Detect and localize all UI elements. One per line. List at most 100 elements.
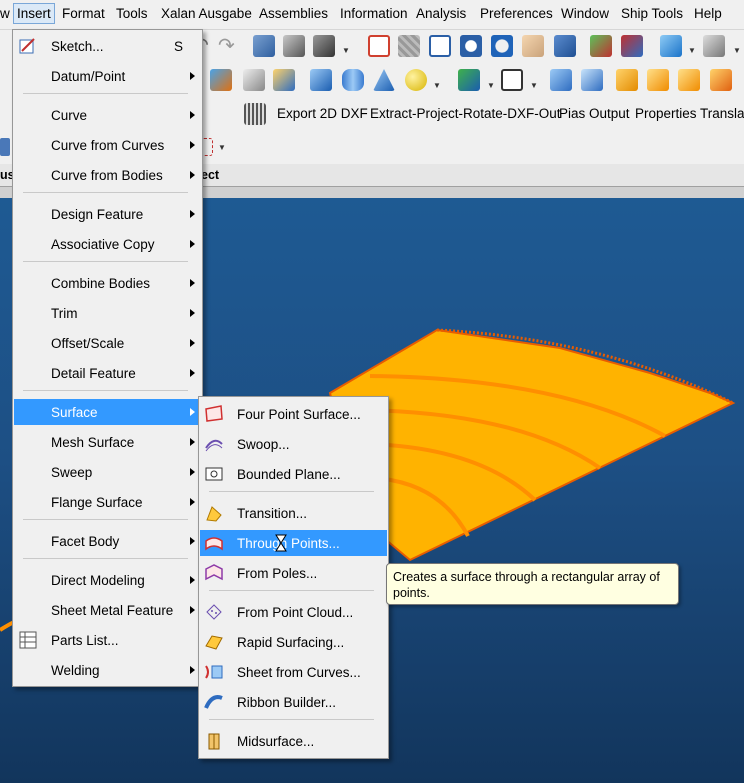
menu-xalan-ausgabe[interactable]: Xalan Ausgabe bbox=[161, 6, 252, 21]
block-icon[interactable] bbox=[310, 69, 332, 91]
menu-item-four-point-surface[interactable]: Four Point Surface... bbox=[200, 401, 387, 427]
menu-item-welding[interactable]: Welding bbox=[14, 657, 201, 683]
menu-item-design-feature[interactable]: Design Feature bbox=[14, 201, 201, 227]
chevron-down-icon[interactable]: ▼ bbox=[218, 143, 226, 152]
zoom-window-icon[interactable] bbox=[429, 35, 451, 57]
extrude-icon[interactable] bbox=[458, 69, 480, 91]
menu-item-parts-list[interactable]: Parts List... bbox=[14, 627, 201, 653]
menu-item-from-point-cloud[interactable]: From Point Cloud... bbox=[200, 599, 387, 625]
blend-icon[interactable] bbox=[616, 69, 638, 91]
shell-icon[interactable] bbox=[581, 69, 603, 91]
info-icon[interactable] bbox=[283, 35, 305, 57]
menu-window[interactable]: Window bbox=[561, 6, 609, 21]
submenu-arrow-icon bbox=[190, 210, 195, 218]
cone-icon[interactable] bbox=[373, 69, 395, 91]
pan-icon[interactable] bbox=[522, 35, 544, 57]
transform-icon[interactable] bbox=[253, 35, 275, 57]
menu-item-midsurface[interactable]: Midsurface... bbox=[200, 728, 387, 754]
menu-item-trim[interactable]: Trim bbox=[14, 300, 201, 326]
menu-help[interactable]: Help bbox=[694, 6, 722, 21]
menu-item-curve[interactable]: Curve bbox=[14, 102, 201, 128]
chevron-down-icon[interactable]: ▼ bbox=[688, 46, 696, 55]
menu-item-bounded-plane[interactable]: Bounded Plane... bbox=[200, 461, 387, 487]
menu-view[interactable]: w bbox=[0, 6, 10, 21]
menu-item-facet-body[interactable]: Facet Body bbox=[14, 528, 201, 554]
submenu-arrow-icon bbox=[190, 369, 195, 377]
menu-insert[interactable]: Insert bbox=[13, 3, 55, 24]
sketch-rectangle-icon[interactable] bbox=[501, 69, 523, 91]
submenu-arrow-icon bbox=[190, 576, 195, 584]
menu-item-curve-from-bodies[interactable]: Curve from Bodies bbox=[14, 162, 201, 188]
submenu-arrow-icon bbox=[190, 240, 195, 248]
pias-output-button[interactable]: Pias Output bbox=[559, 106, 630, 121]
menu-item-flange-surface[interactable]: Flange Surface bbox=[14, 489, 201, 515]
translate-button[interactable]: Translat bbox=[700, 106, 744, 121]
chevron-down-icon[interactable]: ▼ bbox=[433, 81, 441, 90]
menu-item-sweep[interactable]: Sweep bbox=[14, 459, 201, 485]
menu-separator bbox=[23, 261, 188, 262]
layer-icon[interactable] bbox=[621, 35, 643, 57]
menu-item-sheet-metal-feature[interactable]: Sheet Metal Feature bbox=[14, 597, 201, 623]
menu-item-sketch[interactable]: Sketch... S bbox=[14, 33, 201, 59]
menu-item-rapid-surfacing[interactable]: Rapid Surfacing... bbox=[200, 629, 387, 655]
menu-item-mesh-surface[interactable]: Mesh Surface bbox=[14, 429, 201, 455]
soft-blend-icon[interactable] bbox=[678, 69, 700, 91]
render-style-icon[interactable] bbox=[703, 35, 725, 57]
chamfer-icon[interactable] bbox=[710, 69, 732, 91]
model-tree-icon[interactable] bbox=[590, 35, 612, 57]
menu-analysis[interactable]: Analysis bbox=[416, 6, 466, 21]
menu-item-swoop[interactable]: Swoop... bbox=[200, 431, 387, 457]
menu-tools[interactable]: Tools bbox=[116, 6, 148, 21]
menu-preferences[interactable]: Preferences bbox=[480, 6, 553, 21]
chevron-down-icon[interactable]: ▼ bbox=[733, 46, 741, 55]
menu-item-combine-bodies[interactable]: Combine Bodies bbox=[14, 270, 201, 296]
redo-icon[interactable]: ↷ bbox=[218, 36, 240, 58]
selection-filter-icon[interactable] bbox=[0, 138, 10, 156]
menu-item-detail-feature[interactable]: Detail Feature bbox=[14, 360, 201, 386]
plane-icon[interactable] bbox=[243, 69, 265, 91]
export-2d-dxf-button[interactable]: Export 2D DXF bbox=[277, 106, 368, 121]
fit-icon[interactable] bbox=[368, 35, 390, 57]
menu-item-datum-point[interactable]: Datum/Point bbox=[14, 63, 201, 89]
point-icon[interactable] bbox=[210, 69, 232, 91]
submenu-arrow-icon bbox=[190, 279, 195, 287]
submenu-arrow-icon bbox=[190, 606, 195, 614]
face-blend-icon[interactable] bbox=[647, 69, 669, 91]
zoom-area-icon[interactable] bbox=[398, 35, 420, 57]
menu-item-ribbon-builder[interactable]: Ribbon Builder... bbox=[200, 689, 387, 715]
hole-icon[interactable] bbox=[550, 69, 572, 91]
chevron-down-icon[interactable]: ▼ bbox=[530, 81, 538, 90]
extract-project-rotate-dxf-out-button[interactable]: Extract-Project-Rotate-DXF-Out bbox=[370, 106, 561, 121]
submenu-arrow-icon bbox=[190, 141, 195, 149]
sphere-icon[interactable] bbox=[405, 69, 427, 91]
menu-item-curve-from-curves[interactable]: Curve from Curves bbox=[14, 132, 201, 158]
four-point-surface-icon bbox=[204, 404, 224, 424]
chevron-down-icon[interactable]: ▼ bbox=[487, 81, 495, 90]
menu-item-transition[interactable]: Transition... bbox=[200, 500, 387, 526]
menu-item-offset-scale[interactable]: Offset/Scale bbox=[14, 330, 201, 356]
menu-information[interactable]: Information bbox=[340, 6, 408, 21]
sheet-from-curves-icon bbox=[204, 662, 224, 682]
datum-csys-icon[interactable] bbox=[273, 69, 295, 91]
menu-item-direct-modeling[interactable]: Direct Modeling bbox=[14, 567, 201, 593]
from-poles-icon bbox=[204, 563, 224, 583]
menu-separator bbox=[23, 390, 188, 391]
menu-ship-tools[interactable]: Ship Tools bbox=[621, 6, 683, 21]
rotate-icon[interactable] bbox=[491, 35, 513, 57]
rapid-surfacing-icon bbox=[204, 632, 224, 652]
submenu-arrow-icon bbox=[190, 666, 195, 674]
menu-assemblies[interactable]: Assemblies bbox=[259, 6, 328, 21]
properties-button[interactable]: Properties bbox=[635, 106, 697, 121]
chevron-down-icon[interactable]: ▼ bbox=[342, 46, 350, 55]
measure-icon[interactable] bbox=[313, 35, 335, 57]
menu-item-from-poles[interactable]: From Poles... bbox=[200, 560, 387, 586]
menu-item-through-points[interactable]: Through Points... bbox=[200, 530, 387, 556]
menu-format[interactable]: Format bbox=[62, 6, 105, 21]
view-cube-icon[interactable] bbox=[660, 35, 682, 57]
menu-item-surface[interactable]: Surface bbox=[14, 399, 201, 425]
cylinder-icon[interactable] bbox=[342, 69, 364, 91]
menu-item-associative-copy[interactable]: Associative Copy bbox=[14, 231, 201, 257]
perspective-icon[interactable] bbox=[554, 35, 576, 57]
menu-item-sheet-from-curves[interactable]: Sheet from Curves... bbox=[200, 659, 387, 685]
zoom-icon[interactable] bbox=[460, 35, 482, 57]
